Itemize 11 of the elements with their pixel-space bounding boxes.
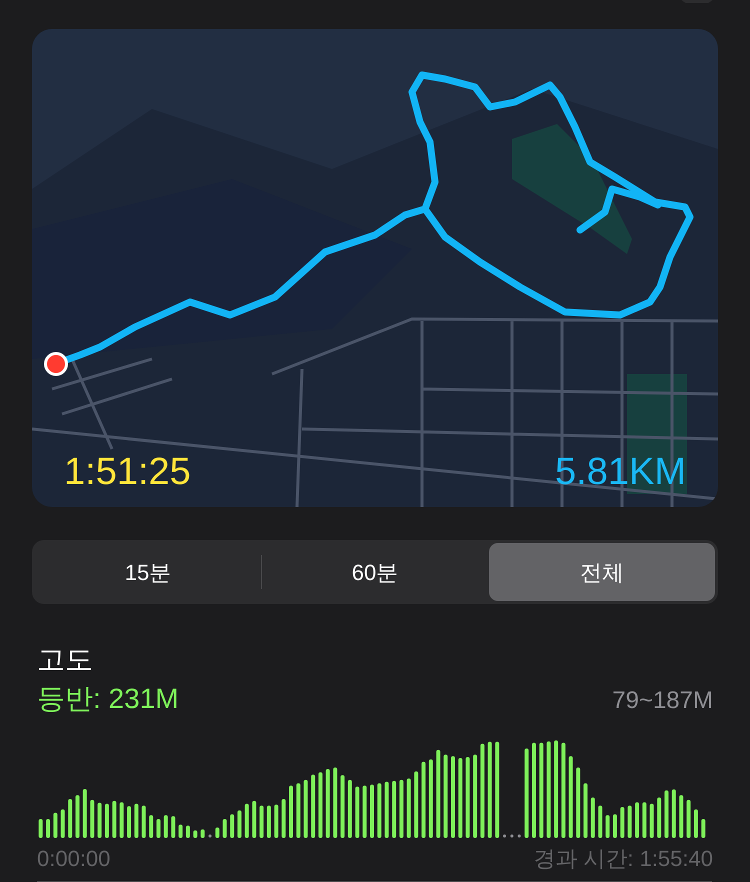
range-tab[interactable]: 60분 <box>262 543 488 601</box>
elevation-range: 79~187M <box>612 686 713 716</box>
range-tab[interactable]: 전체 <box>489 543 715 601</box>
climb-value: 등반: 231M <box>37 682 179 716</box>
range-tab[interactable]: 15분 <box>35 543 261 601</box>
elapsed-time: 1:51:25 <box>64 453 191 491</box>
route-map[interactable]: 1:51:25 5.81KM <box>32 29 718 507</box>
distance: 5.81KM <box>555 453 686 491</box>
axis-label: 경과 시간: 1:55:40 <box>533 845 713 873</box>
section-title: 고도 <box>37 643 94 677</box>
axis-label: 0:00:00 <box>37 845 110 873</box>
